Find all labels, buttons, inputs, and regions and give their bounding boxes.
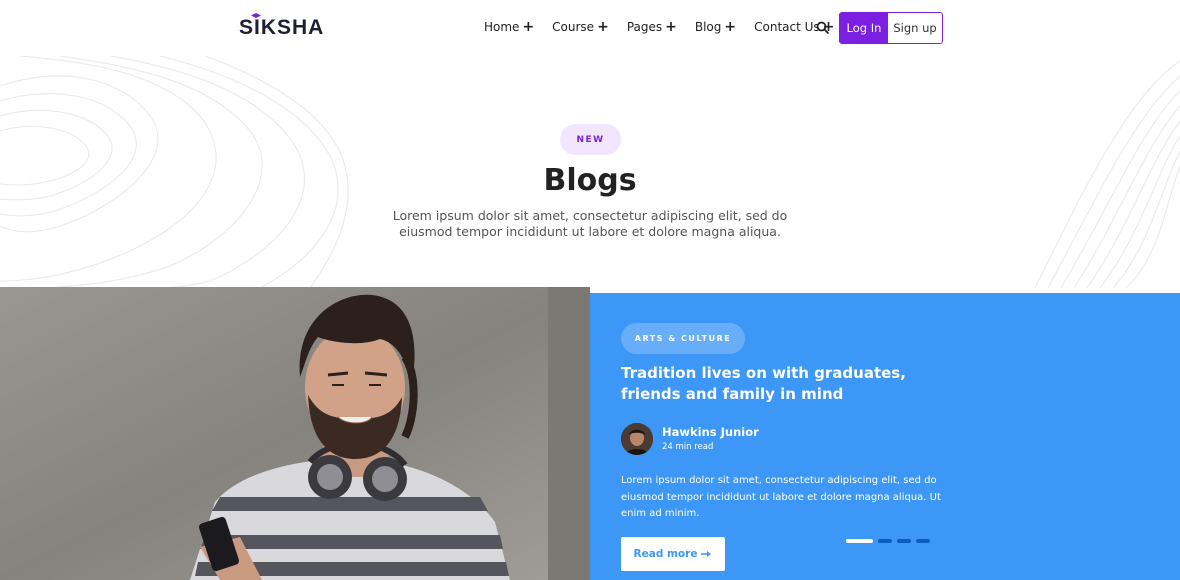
auth-buttons: Log In Sign up <box>839 12 943 44</box>
main-nav: Home + Course + Pages + Blog + Contact U… <box>484 20 834 34</box>
login-button[interactable]: Log In <box>840 13 888 43</box>
post-title[interactable]: Tradition lives on with graduates, frien… <box>621 363 951 405</box>
search-icon[interactable] <box>815 20 831 36</box>
brand-name: SIKSHA <box>239 16 325 39</box>
plus-icon: + <box>724 19 737 35</box>
plus-icon: + <box>665 19 677 35</box>
plus-icon: + <box>522 19 535 35</box>
signup-button[interactable]: Sign up <box>888 13 942 43</box>
slider-dot[interactable] <box>897 539 911 543</box>
author-avatar <box>621 423 653 455</box>
page-title: Blogs <box>543 163 637 198</box>
slider-dot[interactable] <box>878 539 892 543</box>
page-subtitle: Lorem ipsum dolor sit amet, consectetur … <box>392 208 788 239</box>
read-more-button[interactable]: Read more <box>621 537 725 571</box>
post-image[interactable] <box>0 287 590 580</box>
site-logo[interactable]: SIKSHA <box>239 13 325 40</box>
nav-item-label: Blog <box>694 20 722 34</box>
nav-item-label: Pages <box>626 20 663 34</box>
category-tag[interactable]: ARTS & CULTURE <box>621 323 745 354</box>
read-time: 24 min read <box>662 442 714 452</box>
slider-dot[interactable] <box>846 539 873 543</box>
nav-item-blog[interactable]: Blog + <box>695 20 736 34</box>
featured-post-panel: ARTS & CULTURE Tradition lives on with g… <box>590 293 1180 580</box>
site-header: SIKSHA Home + Course + Pages + Blog + Co… <box>0 0 1180 56</box>
new-badge: NEW <box>560 124 621 155</box>
post-excerpt: Lorem ipsum dolor sit amet, consectetur … <box>621 475 941 519</box>
plus-icon: + <box>597 19 609 35</box>
author-name[interactable]: Hawkins Junior <box>662 425 759 439</box>
nav-item-label: Course <box>552 20 595 34</box>
nav-item-home[interactable]: Home + <box>484 20 534 34</box>
nav-item-pages[interactable]: Pages + <box>627 20 677 34</box>
nav-item-label: Contact Us <box>754 20 820 34</box>
nav-item-course[interactable]: Course + <box>552 20 609 34</box>
nav-item-label: Home <box>484 20 520 34</box>
slider-dot[interactable] <box>916 539 930 543</box>
read-more-label: Read more <box>633 548 698 560</box>
arrow-right-icon <box>701 551 712 557</box>
slider-pagination <box>846 539 930 543</box>
